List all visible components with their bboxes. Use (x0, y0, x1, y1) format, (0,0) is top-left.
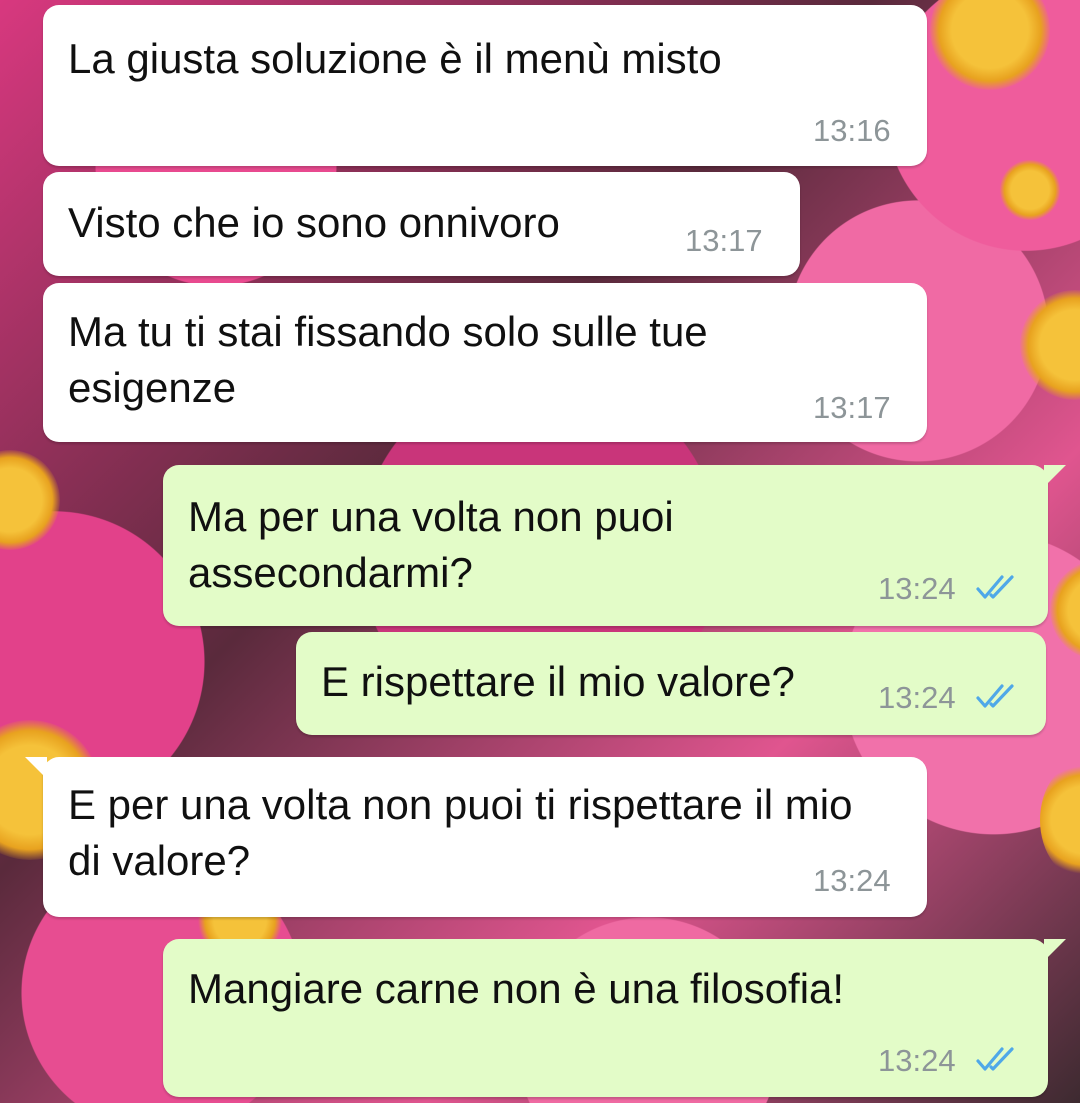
message-bubble-incoming[interactable]: La giusta soluzione è il menù misto 13:1… (43, 5, 927, 166)
message-time: 13:17 (685, 223, 763, 258)
flower-center (1000, 160, 1060, 220)
message-text: Ma per una volta non puoi assecondarmi? (188, 493, 674, 596)
message-bubble-outgoing[interactable]: Mangiare carne non è una filosofia! 13:2… (163, 939, 1066, 1097)
message-bubble-incoming[interactable]: Ma tu ti stai fissando solo sulle tue es… (43, 283, 927, 442)
message-text: E rispettare il mio valore? (321, 658, 795, 705)
message-text: La giusta soluzione è il menù misto (68, 35, 722, 82)
message-bubble-outgoing[interactable]: Ma per una volta non puoi assecondarmi? … (163, 465, 1066, 626)
bubble-tail (1044, 465, 1066, 487)
message-text: Mangiare carne non è una filosofia! (188, 965, 845, 1012)
flower-center (0, 450, 60, 550)
message-bubble-outgoing[interactable]: E rispettare il mio valore? 13:24 (296, 632, 1046, 735)
message-text: Ma tu ti stai fissando solo sulle tue es… (68, 308, 708, 411)
message-time: 13:24 (878, 1043, 956, 1078)
flower-center (1040, 760, 1080, 880)
message-time: 13:24 (878, 571, 956, 606)
flower-center (1020, 290, 1080, 400)
bubble-tail (25, 757, 47, 779)
flower-center (930, 0, 1050, 90)
message-text: E per una volta non puoi ti rispettare i… (68, 781, 853, 884)
message-text: Visto che io sono onnivoro (68, 199, 560, 246)
message-bubble-incoming[interactable]: E per una volta non puoi ti rispettare i… (25, 757, 927, 917)
message-time: 13:24 (878, 680, 956, 715)
flower-center (1050, 560, 1080, 660)
message-time: 13:24 (813, 863, 891, 898)
message-bubble-incoming[interactable]: Visto che io sono onnivoro 13:17 (43, 172, 800, 276)
double-check-icon (976, 684, 1014, 708)
double-check-icon (976, 1047, 1014, 1071)
double-check-icon (976, 575, 1014, 599)
message-time: 13:16 (813, 113, 891, 148)
message-time: 13:17 (813, 390, 891, 425)
bubble-tail (1044, 939, 1066, 961)
